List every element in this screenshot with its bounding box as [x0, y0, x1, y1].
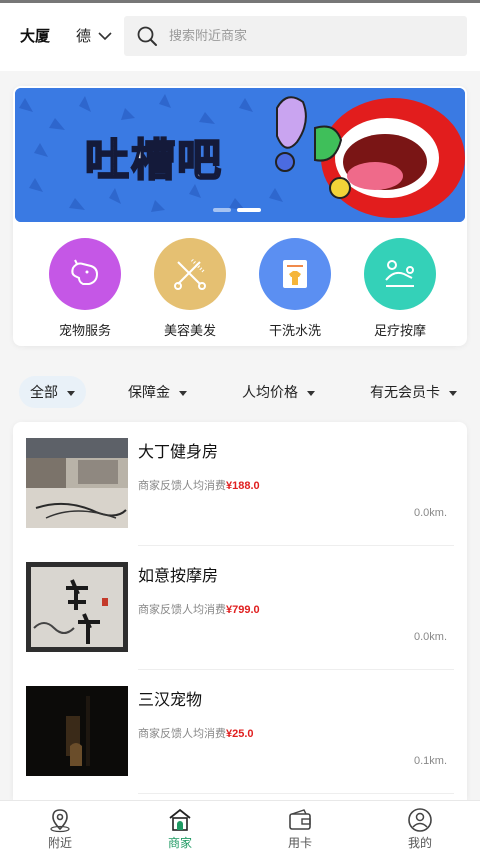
scissors-comb-icon	[154, 238, 226, 310]
price: ¥188.0	[226, 480, 260, 492]
promo-banner[interactable]: 吐槽吧	[15, 88, 465, 222]
caret-down-icon	[307, 390, 315, 396]
filter-all[interactable]: 全部	[19, 376, 86, 408]
filter-membership[interactable]: 有无会员卡	[370, 376, 457, 408]
category-massage[interactable]: 足疗按摩	[350, 238, 450, 338]
distance: 0.1km.	[413, 755, 447, 767]
merchant-name: 大丁健身房	[138, 444, 219, 461]
district-label: 德	[76, 28, 92, 45]
user-icon	[408, 808, 432, 832]
tab-use-card[interactable]: 用卡	[260, 801, 340, 854]
avg-spend-label: 商家反馈人均消费	[138, 728, 226, 740]
caret-down-icon	[449, 390, 457, 396]
category-label: 美容美发	[163, 323, 216, 338]
avg-spend-label: 商家反馈人均消费	[138, 480, 226, 492]
list-item[interactable]: 如意按摩房 商家反馈人均消费¥799.0 0.0km.	[13, 546, 467, 670]
merchant-photo	[26, 686, 128, 776]
district-selector[interactable]: 德	[76, 25, 92, 49]
merchant-photo	[26, 562, 128, 652]
merchant-name: 三汉宠物	[138, 692, 203, 709]
laundry-shirt-icon	[259, 238, 331, 310]
merchant-name: 如意按摩房	[138, 568, 219, 585]
price: ¥799.0	[226, 604, 260, 616]
filter-bar: 全部 保障金 人均价格 有无会员卡	[0, 374, 480, 412]
banner-category-card: 吐槽吧 宠物服务 美容美发 干洗水洗 足疗按摩	[13, 86, 467, 346]
pagination-dot-active[interactable]	[237, 208, 261, 212]
category-laundry[interactable]: 干洗水洗	[245, 238, 345, 338]
category-label: 足疗按摩	[373, 323, 426, 338]
merchant-avg-spend: 商家反馈人均消费¥799.0	[138, 601, 260, 617]
tab-merchants[interactable]: 商家	[140, 801, 220, 854]
merchant-avg-spend: 商家反馈人均消费¥188.0	[138, 477, 260, 493]
search-bar[interactable]: 搜索附近商家	[124, 16, 467, 56]
distance: 0.0km.	[413, 631, 447, 643]
pagination-dot[interactable]	[213, 208, 231, 212]
category-pet-service[interactable]: 宠物服务	[35, 238, 135, 338]
category-grid: 宠物服务 美容美发 干洗水洗 足疗按摩	[13, 238, 467, 338]
banner-title: 吐槽吧	[84, 134, 223, 187]
tab-label: 我的	[407, 836, 432, 850]
caret-down-icon	[67, 390, 75, 396]
store-icon	[169, 808, 191, 831]
pet-dog-icon	[49, 238, 121, 310]
location-selector[interactable]: 大厦	[0, 25, 52, 49]
filter-label: 保障金	[128, 384, 170, 400]
banner-artwork	[15, 88, 465, 222]
filter-label: 有无会员卡	[370, 384, 440, 400]
merchant-avg-spend: 商家反馈人均消费¥25.0	[138, 725, 254, 741]
location-pin-icon	[50, 809, 70, 833]
merchant-photo	[26, 438, 128, 528]
bottom-tab-bar: 附近 商家 用卡 我的	[0, 800, 480, 854]
tab-label: 用卡	[287, 836, 312, 850]
distance: 0.0km.	[413, 507, 447, 519]
caret-down-icon	[179, 390, 187, 396]
wallet-icon	[289, 809, 311, 830]
divider	[138, 793, 454, 794]
filter-avg-price[interactable]: 人均价格	[242, 376, 315, 408]
filter-label: 全部	[30, 384, 58, 400]
massage-icon	[364, 238, 436, 310]
category-beauty-hair[interactable]: 美容美发	[140, 238, 240, 338]
location-label: 大厦	[19, 28, 50, 45]
category-label: 宠物服务	[58, 323, 111, 338]
tab-label: 附近	[47, 836, 72, 850]
search-icon	[137, 26, 157, 46]
chevron-down-icon[interactable]	[96, 29, 114, 43]
header: 大厦 德 搜索附近商家	[0, 3, 480, 71]
list-item[interactable]: 大丁健身房 商家反馈人均消费¥188.0 0.0km.	[13, 422, 467, 546]
filter-deposit[interactable]: 保障金	[128, 376, 187, 408]
filter-label: 人均价格	[242, 384, 298, 400]
list-item[interactable]: 三汉宠物 商家反馈人均消费¥25.0 0.1km.	[13, 670, 467, 794]
tab-label: 商家	[167, 836, 192, 850]
price: ¥25.0	[226, 728, 254, 740]
merchant-list: 大丁健身房 商家反馈人均消费¥188.0 0.0km. 如意按摩房 商家反馈人均…	[13, 422, 467, 802]
tab-mine[interactable]: 我的	[380, 801, 460, 854]
tab-nearby[interactable]: 附近	[20, 801, 100, 854]
search-input[interactable]: 搜索附近商家	[169, 16, 247, 56]
category-label: 干洗水洗	[268, 323, 321, 338]
avg-spend-label: 商家反馈人均消费	[138, 604, 226, 616]
